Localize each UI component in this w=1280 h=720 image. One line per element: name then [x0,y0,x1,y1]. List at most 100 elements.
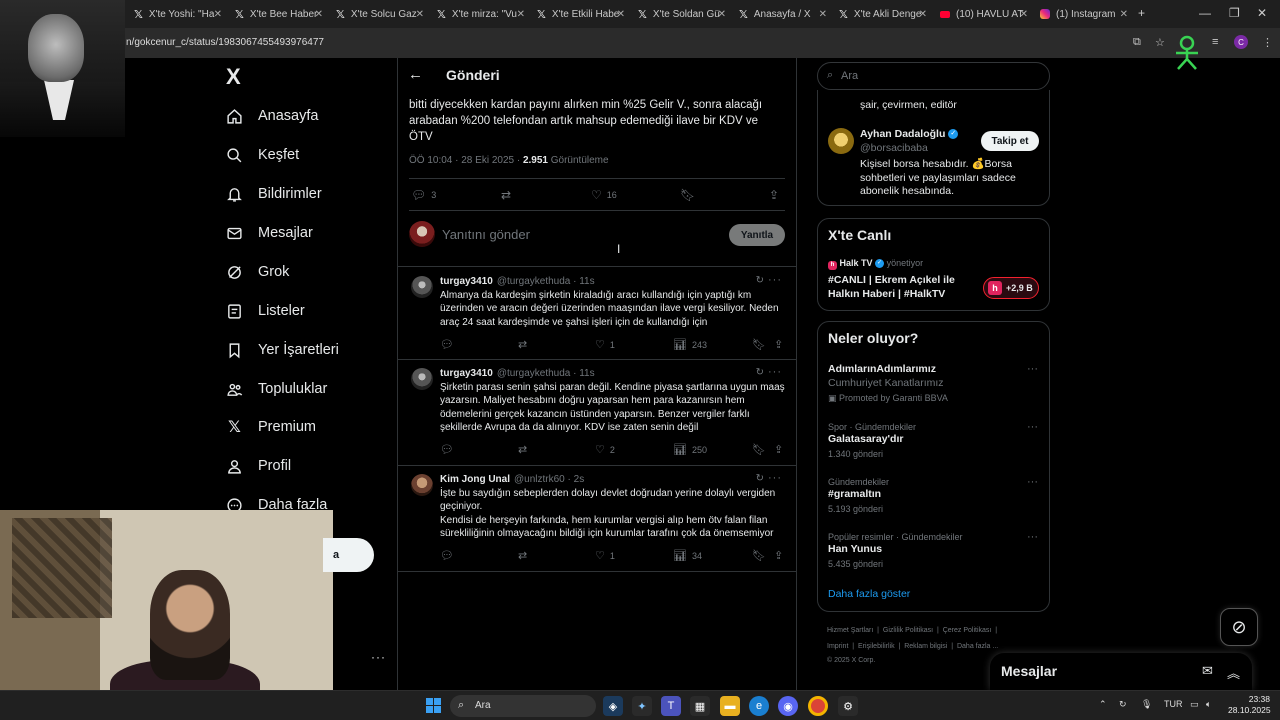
close-tab-icon[interactable]: ✕ [416,9,424,20]
follow-button[interactable]: Takip et [981,131,1039,151]
avatar[interactable] [828,128,854,154]
reply-handle[interactable]: @turgaykethuda · 11s [497,368,595,379]
bookmark-button[interactable]: 🔖︎ [752,338,766,351]
back-arrow-icon[interactable]: ← [408,66,423,83]
reply-handle[interactable]: @turgaykethuda · 11s [497,276,595,287]
repost-button[interactable]: ⇄ [518,443,532,456]
browser-tab[interactable]: 𝕏 X'te Yoshi: "Ha ✕ [134,4,222,24]
close-tab-icon[interactable]: ✕ [517,9,525,20]
maximize-icon[interactable]: ❐ [1229,6,1240,20]
live-host[interactable]: h Halk TV ✓ yönetiyor [828,257,923,271]
store-icon[interactable]: ▦ [690,696,710,716]
nav-explore[interactable]: Keşfet [226,140,299,170]
footer-link[interactable]: Imprint [827,643,848,650]
avatar[interactable] [411,276,433,298]
address-bar[interactable]: n/gokcenur_c/status/1983067455493976477 … [0,28,1280,58]
bookmark-star-icon[interactable]: ☆ [1155,36,1165,49]
system-clock[interactable]: 23:38 28.10.2025 [1228,694,1271,716]
nav-messages[interactable]: Mesajlar [226,218,313,248]
more-options-icon[interactable]: ··· [768,366,782,378]
messages-drawer[interactable]: Mesajlar ✉ ︽ [990,653,1252,690]
reply-submit-button[interactable]: Yanıtla [729,224,785,246]
browser-menu-icon[interactable]: ⋮ [1262,36,1273,49]
show-more-link[interactable]: Daha fazla göster [828,588,910,600]
footer-link[interactable]: Erişilebilirlik [858,643,895,650]
trend-item[interactable]: Spor · Gündemdekiler Galatasaray'dır 1.3… [828,421,1038,466]
close-tab-icon[interactable]: ✕ [718,9,726,20]
views-button[interactable]: 📊︎ 250 [673,443,707,456]
edge-icon[interactable]: e [749,696,769,716]
nav-notifications[interactable]: Bildirimler [226,179,322,209]
browser-tab[interactable]: 𝕏 X'te Soldan Gü ✕ [638,4,726,24]
browser-tab[interactable]: 𝕏 X'te Solcu Gaz ✕ [336,4,424,24]
close-tab-icon[interactable]: ✕ [919,9,927,20]
search-input[interactable]: Ara [841,70,858,82]
grok-explain-icon[interactable]: ↻ [756,367,764,378]
reply-item[interactable]: Kim Jong Unal @unlztrk60 · 2s ↻ ··· İşte … [398,472,796,570]
avatar[interactable] [411,368,433,390]
task-view-icon[interactable]: ◈ [603,696,623,716]
footer-link[interactable]: Hizmet Şartları [827,627,873,634]
reply-author[interactable]: Kim Jong Unal [440,474,510,485]
live-listeners-badge[interactable]: h +2,9 B [983,277,1039,299]
bookmark-button[interactable]: 🔖︎ [680,188,695,202]
like-button[interactable]: ♡ 1 [595,549,615,562]
new-tab-icon[interactable]: + [1138,6,1145,20]
teams-icon[interactable]: T [661,696,681,716]
nav-grok[interactable]: Grok [226,257,289,287]
x-logo[interactable]: X [226,64,241,90]
repost-button[interactable]: ⇄ [518,338,532,351]
windows-start-icon[interactable] [426,698,441,713]
share-button[interactable]: ⇪ [774,443,783,456]
url-text[interactable]: n/gokcenur_c/status/1983067455493976477 [126,37,324,48]
nav-lists[interactable]: Listeler [226,296,305,326]
reply-author[interactable]: turgay3410 [440,276,493,287]
browser-tab[interactable]: 𝕏 X'te Etkili Habe ✕ [537,4,625,24]
share-button[interactable]: ⇪ [774,549,783,562]
reply-button[interactable]: 💬︎ [440,549,459,562]
suggestion-name[interactable]: Ayhan Dadaloğlu ✓ [860,128,959,142]
nav-profile[interactable]: Profil [226,451,291,481]
monitor-icon[interactable]: ▭ [1190,699,1199,710]
copilot-icon[interactable]: ✦ [632,696,652,716]
more-options-icon[interactable]: ··· [768,274,782,286]
views-button[interactable]: 📊︎ 34 [673,549,702,562]
trend-item[interactable]: AdımlarınAdımlarımız Cumhuriyet Kanatlar… [828,363,1038,408]
footer-link[interactable]: Gizlilik Politikası [883,627,933,634]
new-message-icon[interactable]: ✉ [1202,663,1213,679]
more-options-icon[interactable]: ··· [1027,476,1038,488]
nav-bookmarks[interactable]: Yer İşaretleri [226,335,339,365]
reply-item[interactable]: turgay3410 @turgaykethuda · 11s ↻ ··· Şir… [398,366,796,464]
repost-button[interactable]: ⇄ [501,188,516,202]
volume-icon[interactable]: 🔈︎ [1206,699,1211,710]
grok-explain-icon[interactable]: ↻ [756,275,764,286]
reply-button[interactable]: 💬︎ [440,443,459,456]
reply-button[interactable]: 💬︎ 3 [411,188,436,202]
more-options-icon[interactable]: ··· [1027,531,1038,543]
browser-tab[interactable]: 𝕏 X'te Bee Haber ✕ [235,4,323,24]
close-tab-icon[interactable]: ✕ [1020,9,1028,20]
browser-tab-active[interactable]: (1) Instagram ✕ [1040,4,1128,24]
expand-icon[interactable]: ︽ [1227,663,1240,682]
avatar[interactable] [411,474,433,496]
nav-premium[interactable]: 𝕏 Premium [226,412,316,442]
reply-item[interactable]: turgay3410 @turgaykethuda · 11s ↻ ··· Alm… [398,274,796,358]
microphone-icon[interactable]: 🎙︎ [1141,699,1152,710]
discord-icon[interactable]: ◉ [778,696,798,716]
reply-button[interactable]: 💬︎ [440,338,459,351]
footer-link[interactable]: Daha fazla ... [957,643,998,650]
close-window-icon[interactable]: ✕ [1257,6,1267,20]
tray-chevron-icon[interactable]: ⌃ [1099,699,1107,710]
close-tab-icon[interactable]: ✕ [315,9,323,20]
post-button[interactable]: a [323,538,374,572]
trend-item[interactable]: Popüler resimler · Gündemdekiler Han Yun… [828,531,1038,576]
close-tab-icon[interactable]: ✕ [819,9,827,20]
views-button[interactable]: 📊︎ 243 [673,338,707,351]
media-control-icon[interactable]: ≡ [1212,36,1218,48]
browser-tab[interactable]: 𝕏 X'te mirza: "Vu ✕ [437,4,525,24]
minimize-icon[interactable]: — [1199,6,1211,20]
more-options-icon[interactable]: ··· [768,472,782,484]
bookmark-button[interactable]: 🔖︎ [752,549,766,562]
browser-profile-avatar[interactable]: C [1234,35,1248,49]
browser-tab[interactable]: 𝕏 X'te Akli Denge ✕ [839,4,927,24]
